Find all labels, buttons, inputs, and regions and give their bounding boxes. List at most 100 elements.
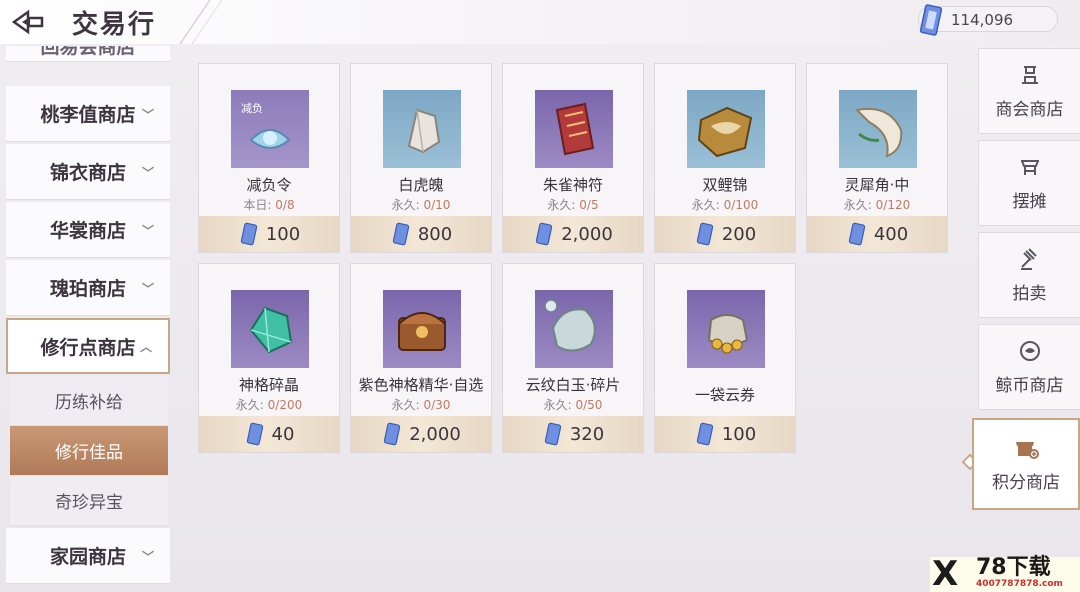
coin-bag-icon	[707, 314, 749, 354]
item-name: 紫色神格精华·自选	[358, 376, 484, 394]
item-price: 400	[873, 223, 909, 245]
ticket-icon	[696, 422, 713, 446]
purchase-limit: 本日: 0/8	[199, 196, 339, 213]
nav-item-xiuxing-shop[interactable]: 修行点商店 ︿	[6, 318, 170, 374]
nav-item-taoli-shop[interactable]: 桃李值商店 ﹀	[6, 86, 170, 142]
crystal-icon	[407, 108, 441, 154]
subnav-item-lilian[interactable]: 历练补给	[10, 376, 168, 426]
purchase-limit: 永久: 0/5	[503, 196, 643, 213]
item-price: 100	[265, 223, 301, 245]
nav-item-jinyi-shop[interactable]: 锦衣商店 ﹀	[6, 144, 170, 200]
whale-coin-icon	[1018, 339, 1042, 367]
tab-merchant-shop[interactable]: 商会商店	[978, 48, 1080, 134]
limit-count: 0/200	[267, 398, 303, 412]
top-bar: 交易行 114,096	[0, 0, 1080, 44]
goods-card[interactable]: 白虎魄 永久: 0/10 800	[350, 63, 492, 253]
purchase-limit: 永久: 0/30	[351, 396, 491, 413]
nav-item-huachang-shop[interactable]: 华裳商店 ﹀	[6, 202, 170, 258]
nav-item-partial[interactable]: 回易会商店	[6, 46, 170, 62]
nav-item-label: 桃李值商店	[40, 104, 136, 126]
nav-item-label: 华裳商店	[49, 220, 126, 242]
tab-auction[interactable]: 拍卖	[978, 232, 1080, 318]
item-image-icon	[535, 90, 613, 168]
points-shop-icon	[1013, 436, 1039, 464]
item-image-icon	[383, 90, 461, 168]
tab-label: 商会商店	[995, 99, 1064, 120]
tab-whale-coin-shop[interactable]: 鲸币商店	[978, 324, 1080, 410]
purchase-limit: 永久: 0/120	[807, 196, 947, 213]
watermark-url: 4007787878.com	[976, 579, 1063, 589]
ticket-icon	[240, 222, 257, 246]
limit-label: 永久:	[235, 398, 264, 412]
ticket-icon	[384, 422, 401, 446]
subnav-label: 奇珍异宝	[55, 493, 123, 513]
limit-label: 永久:	[691, 198, 720, 212]
item-price: 40	[271, 423, 295, 445]
item-name: 一袋云券	[694, 386, 755, 404]
limit-label: 永久:	[391, 198, 420, 212]
gem-shard-icon	[249, 306, 293, 354]
talisman-icon	[555, 102, 595, 156]
watermark-brand: 78下载	[976, 555, 1051, 580]
price-bar[interactable]: 320	[503, 416, 643, 452]
limit-count: 0/10	[423, 198, 451, 212]
price-bar[interactable]: 2,000	[351, 416, 491, 452]
subnav-label: 修行佳品	[55, 443, 123, 463]
watermark-logo: X	[932, 554, 959, 592]
ticket-icon	[392, 222, 409, 246]
currency-balance: 114,096	[918, 4, 1058, 36]
goods-card[interactable]: 朱雀神符 永久: 0/5 2,000	[502, 63, 644, 253]
price-bar[interactable]: 2,000	[503, 216, 643, 252]
item-price: 100	[721, 423, 757, 445]
token-icon: 减负	[241, 101, 291, 149]
tab-points-shop[interactable]: 积分商店	[972, 418, 1080, 510]
purchase-limit: 永久: 0/50	[503, 396, 643, 413]
item-image-icon	[383, 290, 461, 368]
jade-fragment-icon	[544, 299, 596, 352]
item-price: 800	[417, 223, 453, 245]
merchant-guild-icon	[1018, 63, 1042, 91]
ticket-icon	[536, 222, 553, 246]
goods-card[interactable]: 一袋云券 100	[654, 263, 796, 453]
item-name: 双鲤锦	[702, 176, 748, 194]
page-title: 交易行	[72, 10, 157, 40]
price-bar[interactable]: 40	[199, 416, 339, 452]
chevron-down-icon: ﹀	[141, 282, 154, 296]
ticket-icon	[544, 422, 561, 446]
back-arrow-icon[interactable]	[6, 4, 50, 40]
price-bar[interactable]: 800	[351, 216, 491, 252]
subnav-item-xiuxing-goods[interactable]: 修行佳品	[10, 426, 168, 476]
item-image-icon	[231, 290, 309, 368]
subnav-item-qizhen[interactable]: 奇珍异宝	[10, 476, 168, 526]
tab-label: 拍卖	[1012, 283, 1047, 304]
item-price: 320	[569, 423, 605, 445]
limit-count: 0/30	[423, 398, 451, 412]
item-price: 2,000	[561, 223, 613, 245]
tab-stall[interactable]: 摆摊	[978, 140, 1080, 226]
price-bar[interactable]: 100	[199, 216, 339, 252]
brocade-icon	[697, 106, 753, 158]
nav-item-label: 锦衣商店	[49, 162, 126, 184]
item-image-icon	[535, 290, 613, 368]
currency-amount: 114,096	[951, 11, 1014, 29]
goods-card[interactable]: 神格碎晶 永久: 0/200 40	[198, 263, 340, 453]
price-bar[interactable]: 100	[655, 416, 795, 452]
item-name: 白虎魄	[398, 176, 444, 194]
price-bar[interactable]: 200	[655, 216, 795, 252]
goods-card[interactable]: 灵犀角·中 永久: 0/120 400	[806, 63, 948, 253]
item-name: 灵犀角·中	[844, 176, 910, 194]
nav-item-label: 家园商店	[49, 546, 126, 568]
item-image-icon	[687, 90, 765, 168]
limit-count: 0/100	[723, 198, 759, 212]
goods-card[interactable]: 减负 减负令 本日: 0/8 100	[198, 63, 340, 253]
goods-card[interactable]: 双鲤锦 永久: 0/100 200	[654, 63, 796, 253]
goods-card[interactable]: 云纹白玉·碎片 永久: 0/50 320	[502, 263, 644, 453]
title-decoration-icon	[179, 0, 223, 44]
nav-item-label: 修行点商店	[40, 336, 136, 359]
nav-item-jiayuan-shop[interactable]: 家园商店 ﹀	[6, 528, 170, 584]
price-bar[interactable]: 400	[807, 216, 947, 252]
nav-item-guipo-shop[interactable]: 瑰珀商店 ﹀	[6, 260, 170, 316]
ticket-icon	[919, 4, 943, 36]
treasure-chest-icon	[398, 312, 446, 351]
goods-card[interactable]: 紫色神格精华·自选 永久: 0/30 2,000	[350, 263, 492, 453]
